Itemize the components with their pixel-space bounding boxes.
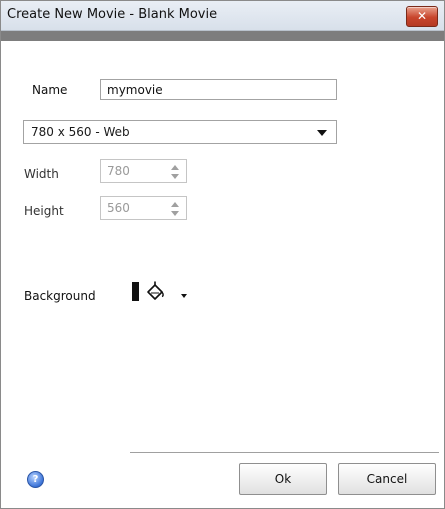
name-label: Name (32, 83, 68, 97)
paint-bucket-icon[interactable] (145, 281, 165, 303)
background-label: Background (24, 289, 96, 303)
help-icon: ? (32, 474, 39, 485)
help-button[interactable]: ? (27, 471, 44, 488)
width-value: 780 (107, 164, 130, 178)
width-label: Width (24, 167, 59, 181)
dialog-window: Create New Movie - Blank Movie ✕ Name 78… (0, 0, 445, 509)
size-preset-select[interactable]: 780 x 560 - Web (23, 120, 337, 144)
close-icon: ✕ (416, 9, 428, 23)
width-stepper[interactable]: 780 (100, 159, 187, 183)
background-color-swatch[interactable] (132, 282, 139, 301)
spin-up-icon[interactable] (171, 202, 179, 207)
spin-down-icon[interactable] (171, 211, 179, 216)
background-dropdown-icon[interactable] (181, 294, 187, 298)
name-input[interactable] (100, 79, 337, 100)
cancel-button[interactable]: Cancel (338, 463, 436, 495)
height-label: Height (24, 204, 64, 218)
dialog-title: Create New Movie - Blank Movie (7, 7, 218, 22)
spin-down-icon[interactable] (171, 174, 179, 179)
height-value: 560 (107, 201, 130, 215)
chevron-down-icon (317, 130, 327, 136)
ok-button[interactable]: Ok (239, 463, 327, 495)
footer-divider (130, 452, 439, 453)
close-button[interactable]: ✕ (406, 6, 438, 27)
title-bar: Create New Movie - Blank Movie ✕ (1, 1, 444, 31)
height-stepper[interactable]: 560 (100, 196, 187, 220)
spin-up-icon[interactable] (171, 165, 179, 170)
size-preset-value: 780 x 560 - Web (31, 125, 130, 139)
header-band (1, 31, 444, 41)
